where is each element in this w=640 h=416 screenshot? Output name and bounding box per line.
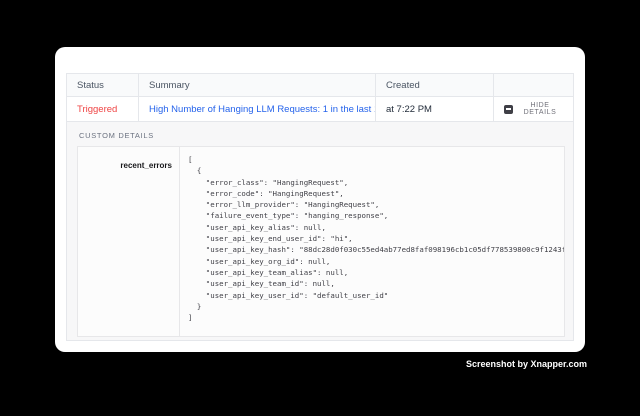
summary-cell: High Number of Hanging LLM Requests: 1 i… [138,97,375,122]
alerts-table: Status Summary Created Triggered High Nu… [66,73,574,341]
column-header-status: Status [66,73,138,97]
column-header-actions [493,73,574,97]
actions-cell: HIDE DETAILS [493,97,574,122]
created-timestamp: at 7:22 PM [386,104,432,115]
hide-details-label: HIDE DETAILS [517,102,563,116]
table-header-row: Status Summary Created [66,73,574,97]
status-badge: Triggered [77,104,117,115]
recent-errors-field-label: recent_errors [120,161,172,170]
alert-details-card: Status Summary Created Triggered High Nu… [55,47,585,352]
column-header-summary: Summary [138,73,375,97]
hide-details-button[interactable]: HIDE DETAILS [504,102,563,116]
custom-details-heading: CUSTOM DETAILS [79,131,563,140]
custom-details-box: recent_errors [ { "error_class": "Hangin… [77,146,565,337]
collapse-minus-icon [504,105,513,114]
created-cell: at 7:22 PM [375,97,493,122]
status-cell: Triggered [66,97,138,122]
details-key-column: recent_errors [78,147,180,336]
table-row: Triggered High Number of Hanging LLM Req… [66,97,574,122]
details-json-area: [ { "error_class": "HangingRequest", "er… [180,147,564,336]
recent-errors-json: [ { "error_class": "HangingRequest", "er… [188,154,556,323]
xnapper-watermark: Screenshot by Xnapper.com [466,359,587,369]
column-header-created: Created [375,73,493,97]
custom-details-panel: CUSTOM DETAILS recent_errors [ { "error_… [66,122,574,341]
